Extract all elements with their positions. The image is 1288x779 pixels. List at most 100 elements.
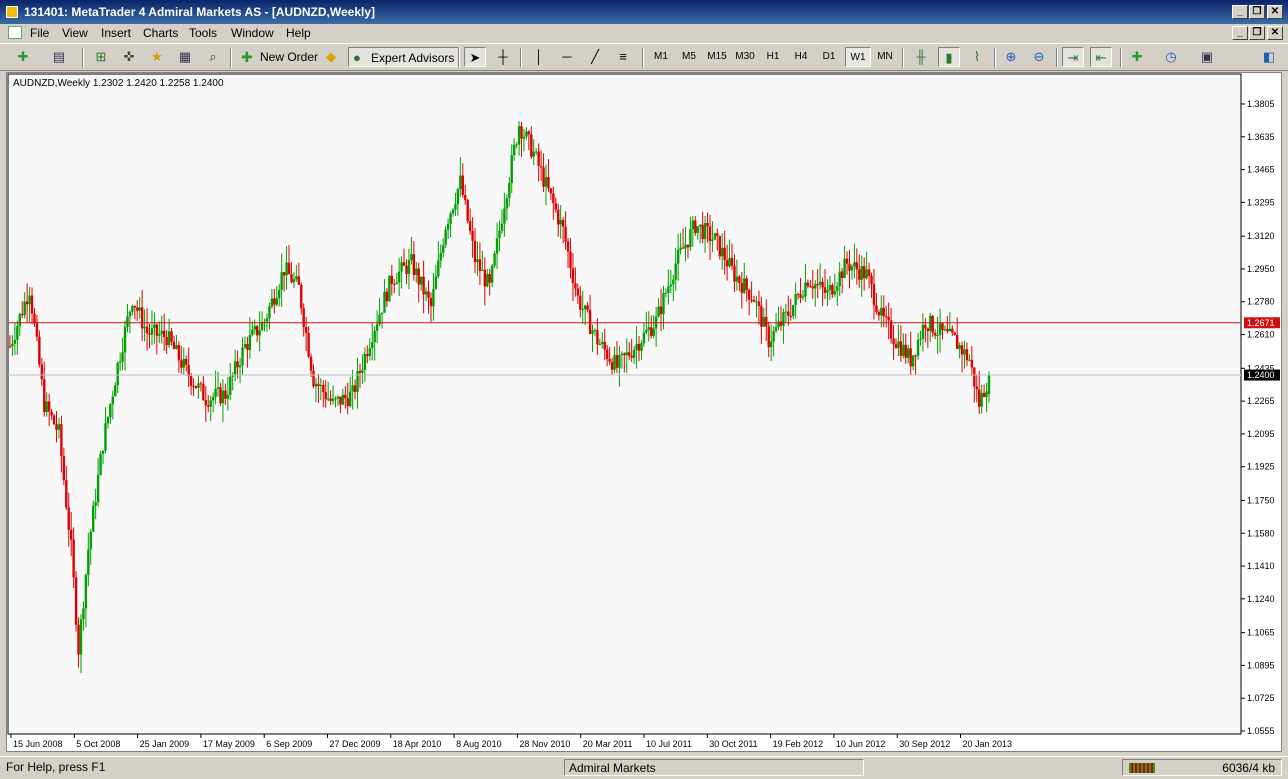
- timeframe-m30[interactable]: M30: [732, 47, 758, 67]
- candle-body: [466, 199, 469, 222]
- timeframe-mn[interactable]: MN: [872, 47, 898, 67]
- candle-body: [919, 338, 922, 340]
- timeframe-h1[interactable]: H1: [760, 47, 786, 67]
- candle-body: [405, 265, 408, 275]
- candle-body: [82, 608, 85, 620]
- candle-body: [150, 328, 154, 335]
- timeframe-w1[interactable]: W1: [845, 47, 871, 67]
- candle-body: [393, 283, 396, 285]
- child-minimize-icon[interactable]: _: [1232, 26, 1248, 40]
- candle-body: [848, 263, 851, 271]
- candle-body: [503, 208, 506, 224]
- candle-body: [850, 266, 854, 271]
- timeframe-m15[interactable]: M15: [704, 47, 730, 67]
- candle-body: [346, 398, 349, 407]
- indicators-icon[interactable]: ✚: [1126, 47, 1148, 67]
- candle-body: [442, 245, 445, 253]
- alert-icon[interactable]: ◆: [320, 47, 342, 67]
- zoom-in-icon[interactable]: ⊕: [1000, 47, 1022, 67]
- horizontal-line-icon[interactable]: ─: [556, 47, 578, 67]
- bar-chart-icon[interactable]: ╫: [910, 47, 932, 67]
- menu-file[interactable]: File: [30, 26, 49, 40]
- navigator-icon[interactable]: ★: [146, 47, 168, 67]
- candle-body: [987, 375, 991, 394]
- candle-body: [172, 341, 176, 349]
- candle-body: [202, 383, 205, 401]
- line-chart-icon[interactable]: ⌇: [966, 47, 988, 67]
- candle-body: [99, 453, 102, 475]
- menu-help[interactable]: Help: [286, 26, 311, 40]
- data-window-icon[interactable]: ✜: [118, 47, 140, 67]
- periods-icon[interactable]: ◷: [1160, 47, 1182, 67]
- candle-body: [123, 327, 127, 353]
- candle-body: [268, 306, 271, 319]
- child-restore-icon[interactable]: ❐: [1249, 26, 1265, 40]
- candle-body: [439, 252, 442, 261]
- menu-tools[interactable]: Tools: [189, 26, 217, 40]
- timeframe-m5[interactable]: M5: [676, 47, 702, 67]
- candle-body: [814, 284, 817, 289]
- timeframe-h4[interactable]: H4: [788, 47, 814, 67]
- candle-body: [25, 301, 29, 305]
- menu-window[interactable]: Window: [231, 26, 274, 40]
- strategy-tester-icon[interactable]: ⌕: [202, 47, 224, 67]
- candle-body: [902, 344, 905, 356]
- expert-advisors-button[interactable]: ● Expert Advisors: [348, 47, 460, 67]
- candle-body: [566, 241, 570, 252]
- terminal-icon[interactable]: ▦: [174, 47, 196, 67]
- toolbar-extra-icon[interactable]: ◧: [1258, 47, 1280, 67]
- candle-body: [432, 288, 435, 307]
- templates-icon[interactable]: ▣: [1196, 47, 1218, 67]
- child-close-icon[interactable]: ✕: [1267, 26, 1283, 40]
- chart-document-icon[interactable]: [8, 26, 22, 39]
- menu-charts[interactable]: Charts: [143, 26, 178, 40]
- candle-body: [733, 265, 736, 282]
- time-tick-label: 20 Jan 2013: [963, 739, 1013, 749]
- candle-body: [424, 291, 428, 295]
- toolbar-separator: [230, 48, 232, 67]
- autoscroll-icon[interactable]: ⇥: [1062, 47, 1084, 67]
- crosshair-icon[interactable]: ┼: [492, 47, 514, 67]
- candle-body: [894, 344, 898, 348]
- title-bar[interactable]: 131401: MetaTrader 4 Admiral Markets AS …: [0, 0, 1288, 24]
- candlestick-icon[interactable]: ▮: [938, 47, 960, 67]
- candle-body: [723, 247, 726, 261]
- chart-window[interactable]: 1.3805 1.3635 1.3465 1.3295 1.3120 1.2950 1.27…: [6, 72, 1282, 752]
- price-chart[interactable]: 1.3805 1.3635 1.3465 1.3295 1.3120 1.2950 1.27…: [7, 73, 1281, 751]
- close-icon[interactable]: ✕: [1267, 5, 1283, 19]
- candle-body: [334, 398, 337, 400]
- new-chart-icon[interactable]: ✚: [12, 47, 34, 67]
- market-watch-icon[interactable]: ⊞: [90, 47, 112, 67]
- candle-body: [911, 355, 915, 367]
- time-tick-label: 25 Jan 2009: [140, 739, 190, 749]
- candle-body: [67, 507, 70, 530]
- candle-body: [716, 233, 719, 236]
- zoom-out-icon[interactable]: ⊖: [1028, 47, 1050, 67]
- candle-body: [750, 299, 753, 301]
- candle-body: [557, 209, 560, 225]
- restore-icon[interactable]: ❐: [1249, 5, 1265, 19]
- status-bar: For Help, press F1 Admiral Markets 6036/…: [0, 756, 1288, 779]
- chart-shift-icon[interactable]: ⇤: [1090, 47, 1112, 67]
- timeframe-m1[interactable]: M1: [648, 47, 674, 67]
- cursor-icon[interactable]: ➤: [464, 47, 486, 67]
- menu-view[interactable]: View: [62, 26, 88, 40]
- timeframe-d1[interactable]: D1: [816, 47, 842, 67]
- status-connection[interactable]: 6036/4 kb: [1122, 759, 1282, 776]
- candle-body: [454, 204, 457, 210]
- minimize-icon[interactable]: _: [1232, 5, 1248, 19]
- candle-body: [312, 370, 315, 387]
- candle-body: [667, 286, 670, 293]
- vertical-line-icon[interactable]: │: [528, 47, 550, 67]
- trendline-icon[interactable]: ╱: [584, 47, 606, 67]
- candle-body: [40, 364, 44, 380]
- profiles-icon[interactable]: ▤: [48, 47, 70, 67]
- candle-body: [248, 334, 252, 350]
- candle-body: [899, 341, 903, 356]
- candle-body: [784, 311, 788, 313]
- candle-body: [246, 343, 249, 350]
- menu-insert[interactable]: Insert: [101, 26, 131, 40]
- new-order-button[interactable]: ✚ New Order: [238, 47, 322, 67]
- channel-icon[interactable]: ≡: [612, 47, 634, 67]
- candle-body: [207, 405, 210, 407]
